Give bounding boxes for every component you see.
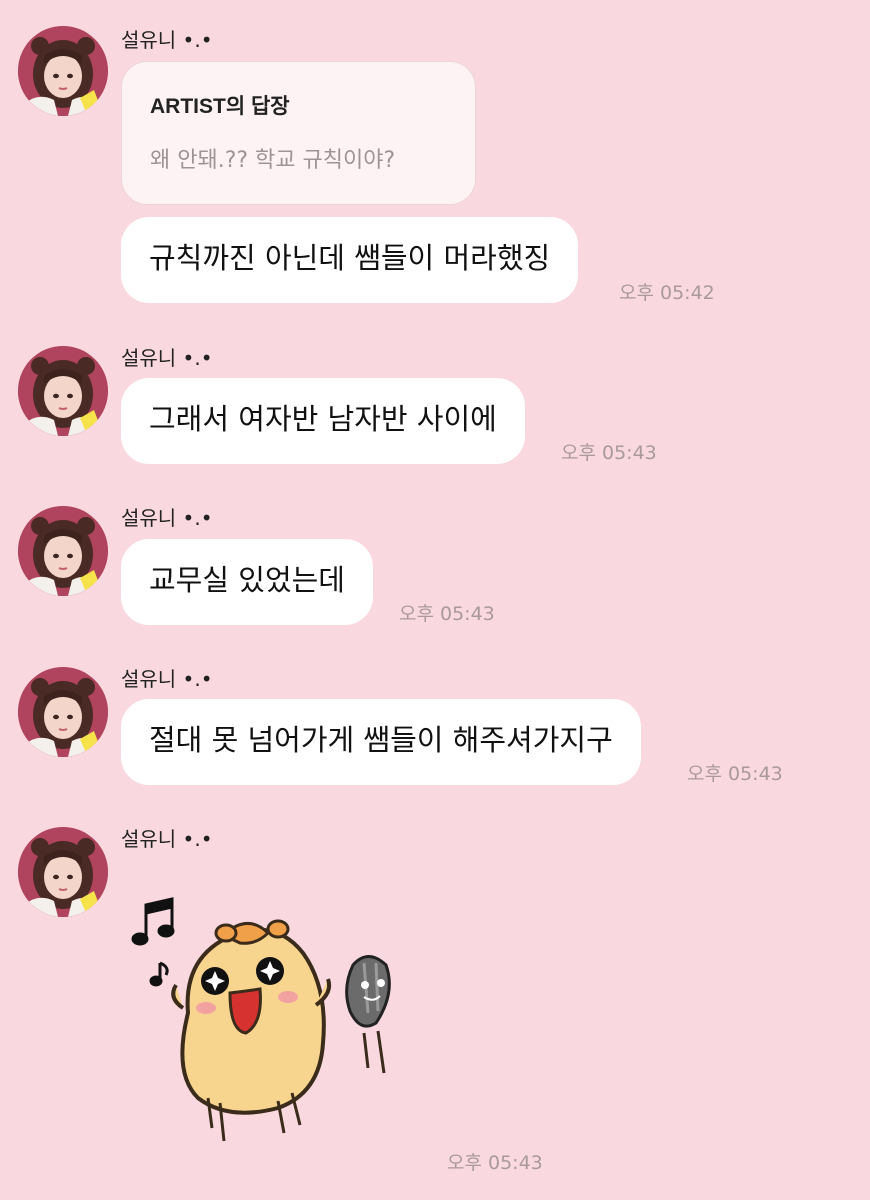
message-bubble[interactable]: 규칙까진 아닌데 쌤들이 머라했징 [121, 217, 579, 303]
message-bubble[interactable]: 그래서 여자반 남자반 사이에 [121, 378, 525, 464]
sender-name: 설유니 •.• [121, 28, 213, 52]
profile-photo-icon [18, 346, 108, 436]
message-timestamp: 오후 05:43 [687, 763, 783, 785]
message-timestamp: 오후 05:42 [619, 282, 715, 304]
message-bubble[interactable]: 절대 못 넘어가게 쌤들이 해주셔가지구 [121, 699, 641, 785]
avatar[interactable] [18, 26, 108, 116]
avatar[interactable] [18, 667, 108, 757]
message-bubble[interactable]: 교무실 있었는데 [121, 539, 373, 625]
sender-name: 설유니 •.• [121, 827, 213, 851]
reply-title: ARTIST의 답장 [150, 95, 290, 118]
sender-name: 설유니 •.• [121, 667, 213, 691]
sender-name: 설유니 •.• [121, 506, 213, 530]
message-timestamp: 오후 05:43 [399, 603, 495, 625]
hamster-sticker-icon[interactable] [128, 893, 428, 1148]
profile-photo-icon [18, 506, 108, 596]
profile-photo-icon [18, 26, 108, 116]
reply-preview-card[interactable]: ARTIST의 답장 왜 안돼.?? 학교 규칙이야? [121, 61, 476, 205]
message-timestamp: 오후 05:43 [447, 1152, 543, 1174]
avatar[interactable] [18, 506, 108, 596]
sender-name: 설유니 •.• [121, 346, 213, 370]
avatar[interactable] [18, 346, 108, 436]
profile-photo-icon [18, 827, 108, 917]
message-timestamp: 오후 05:43 [561, 442, 657, 464]
profile-photo-icon [18, 667, 108, 757]
avatar[interactable] [18, 827, 108, 917]
reply-quoted-text: 왜 안돼.?? 학교 규칙이야? [150, 148, 396, 173]
